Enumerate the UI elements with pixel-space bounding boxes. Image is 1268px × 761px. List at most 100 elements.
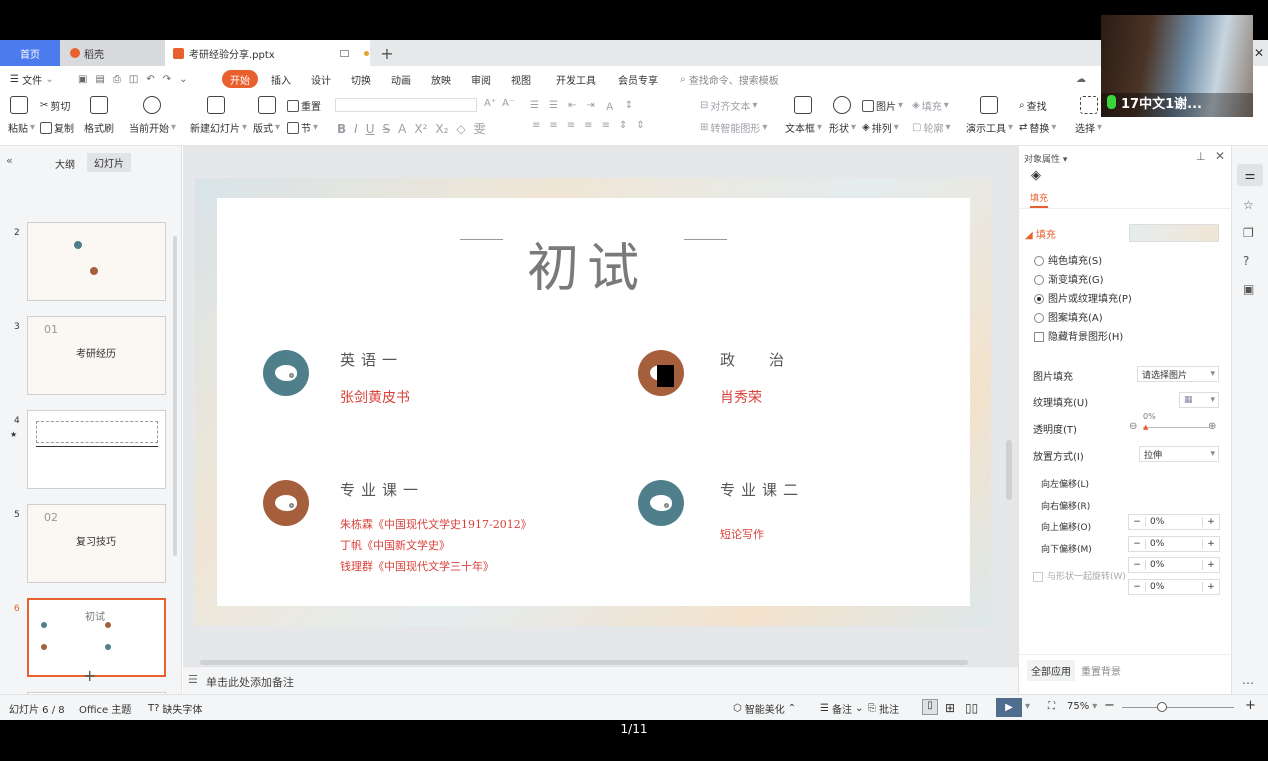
slide-thumbnail-2[interactable] bbox=[27, 222, 166, 301]
slide-thumbnail-5[interactable]: 02 复习技巧 bbox=[27, 504, 166, 583]
transparency-slider-track[interactable] bbox=[1143, 427, 1209, 428]
slide-thumbnail-6[interactable]: 初试 bbox=[27, 598, 166, 677]
fill-section-header[interactable]: ◢ 填充 bbox=[1025, 226, 1056, 241]
canvas-horizontal-scrollbar[interactable] bbox=[200, 660, 968, 665]
new-tab-button[interactable]: + bbox=[378, 40, 396, 66]
zoom-value[interactable]: 75% ▾ bbox=[1067, 701, 1097, 712]
command-search[interactable]: ⌕ 查找命令、搜索模板 bbox=[680, 70, 779, 88]
decrease-indent-icon[interactable]: ⇤ bbox=[568, 100, 576, 111]
play-icon[interactable] bbox=[143, 96, 161, 114]
plus-icon[interactable]: + bbox=[1203, 517, 1219, 527]
align-left-icon[interactable]: ≡ bbox=[532, 120, 540, 131]
animation-icon[interactable]: ☆ bbox=[1243, 198, 1254, 212]
canvas-vertical-scrollbar[interactable] bbox=[1006, 440, 1012, 500]
slide-thumbnail-4[interactable] bbox=[27, 410, 166, 489]
shape-icon[interactable] bbox=[833, 96, 851, 114]
hide-background-checkbox[interactable]: 隐藏背景图形(H) bbox=[1034, 328, 1123, 343]
zoom-out-button[interactable]: − bbox=[1104, 698, 1115, 713]
plus-icon[interactable]: + bbox=[1203, 539, 1219, 549]
phonetic-icon[interactable]: 雯 bbox=[474, 120, 486, 137]
texture-fill-select[interactable]: ▦ ▾ bbox=[1179, 392, 1219, 408]
notes-pane[interactable]: ☰ 单击此处添加备注 bbox=[183, 666, 1018, 694]
offset-down-stepper[interactable]: −0% + bbox=[1128, 579, 1220, 595]
justify-icon[interactable]: ≡ bbox=[584, 120, 592, 131]
menu-tab-transition[interactable]: 切换 bbox=[351, 70, 371, 88]
panel-header[interactable]: 对象属性 ▾ bbox=[1024, 152, 1067, 165]
cut-button[interactable]: ✂ 剪切 bbox=[40, 98, 70, 113]
block-line[interactable]: 短论写作 bbox=[720, 526, 764, 542]
notes-toggle-button[interactable]: ☰ 备注 ⌄ bbox=[820, 701, 863, 716]
help-icon[interactable]: ? bbox=[1243, 254, 1249, 268]
menu-tab-member[interactable]: 会员专享 bbox=[618, 70, 658, 88]
present-tools-icon[interactable] bbox=[980, 96, 998, 114]
menu-tab-view[interactable]: 视图 bbox=[511, 70, 531, 88]
tab-docer[interactable]: 稻壳 bbox=[60, 40, 165, 66]
more-icon[interactable]: ⌄ bbox=[179, 74, 187, 85]
offset-left-value[interactable]: 0% bbox=[1145, 517, 1203, 527]
bullets-icon[interactable]: ☰ bbox=[530, 100, 539, 111]
smart-beautify-button[interactable]: ⬡ 智能美化 ⌃ bbox=[733, 701, 796, 716]
superscript-icon[interactable]: X² bbox=[414, 122, 427, 136]
minus-icon[interactable]: − bbox=[1129, 560, 1145, 570]
bold-icon[interactable]: B bbox=[337, 122, 346, 136]
file-menu[interactable]: ☰ 文件 ⌄ bbox=[10, 70, 54, 88]
sorter-view-icon[interactable]: ⊞ bbox=[945, 701, 955, 715]
menu-tab-slideshow[interactable]: 放映 bbox=[431, 70, 451, 88]
arrange-button[interactable]: ◈ 排列 ▾ bbox=[862, 120, 899, 135]
close-icon[interactable]: ✕ bbox=[1254, 46, 1264, 60]
normal-view-icon[interactable]: ▯ bbox=[922, 699, 938, 715]
preview-icon[interactable]: ◫ bbox=[129, 74, 138, 85]
zoom-slider-track[interactable] bbox=[1122, 707, 1234, 708]
paste-button[interactable] bbox=[10, 96, 28, 114]
apply-all-button[interactable]: 全部应用 bbox=[1027, 660, 1075, 681]
underline-icon[interactable]: U bbox=[366, 122, 375, 136]
fill-bucket-icon[interactable]: ◈ bbox=[1031, 168, 1041, 183]
fit-window-icon[interactable]: ⛶ bbox=[1048, 701, 1055, 712]
slide-title[interactable]: 初试 bbox=[527, 226, 647, 301]
text-direction-icon[interactable]: Ａ bbox=[605, 98, 615, 113]
tab-fill[interactable]: 填充 bbox=[1030, 191, 1049, 208]
pin-icon[interactable]: ⊥ bbox=[1196, 150, 1206, 163]
block-heading-politics[interactable]: 政治 bbox=[720, 349, 818, 370]
more-options-icon[interactable]: ⋯ bbox=[1242, 676, 1254, 690]
print-icon[interactable]: ⎙ bbox=[113, 74, 121, 85]
transparency-slider-thumb[interactable]: ▲ bbox=[1143, 423, 1148, 431]
offset-left-stepper[interactable]: −0% + bbox=[1128, 514, 1220, 530]
reading-view-icon[interactable]: ▯▯ bbox=[965, 701, 978, 715]
align-text-button[interactable]: ⊟ 对齐文本 ▾ bbox=[700, 98, 757, 113]
properties-sliders-icon[interactable]: ⚌ bbox=[1237, 164, 1263, 186]
numbering-icon[interactable]: ☰ bbox=[549, 100, 558, 111]
increase-indent-icon[interactable]: ⇥ bbox=[586, 100, 594, 111]
font-name-select[interactable] bbox=[335, 98, 477, 112]
select-button[interactable]: 选择 ▾ bbox=[1075, 120, 1102, 135]
reset-button[interactable]: 重置 bbox=[287, 98, 321, 113]
block-line[interactable]: 丁帆《中国新文学史》 bbox=[340, 537, 450, 553]
radio-pattern-fill[interactable]: 图案填充(A) bbox=[1034, 309, 1103, 324]
format-painter-button[interactable]: 格式刷 bbox=[84, 120, 114, 135]
backup-icon[interactable]: ▣ bbox=[1243, 282, 1254, 296]
export-icon[interactable]: ▤ bbox=[95, 74, 104, 85]
plus-icon[interactable]: + bbox=[1203, 560, 1219, 570]
grow-font-icon[interactable]: A⁺ bbox=[484, 98, 496, 109]
minus-icon[interactable]: − bbox=[1129, 517, 1145, 527]
layout-icon[interactable] bbox=[258, 96, 276, 114]
theme-name[interactable]: Office 主题 bbox=[79, 701, 131, 716]
strikethrough-icon[interactable]: S bbox=[383, 122, 391, 136]
tab-home[interactable]: 首页 bbox=[0, 40, 60, 66]
new-slide-icon[interactable] bbox=[207, 96, 225, 114]
paste-menu[interactable]: 粘贴 ▾ bbox=[8, 120, 35, 135]
save-icon[interactable]: ▣ bbox=[78, 74, 87, 85]
offset-right-stepper[interactable]: −0% + bbox=[1128, 536, 1220, 552]
monitor-icon[interactable] bbox=[339, 49, 349, 57]
menu-tab-animation[interactable]: 动画 bbox=[391, 70, 411, 88]
picture-button[interactable]: 图片 ▾ bbox=[862, 98, 903, 113]
placement-select[interactable]: 拉伸 ▾ bbox=[1139, 446, 1219, 462]
zoom-slider-thumb[interactable] bbox=[1157, 702, 1167, 712]
menu-tab-insert[interactable]: 插入 bbox=[271, 70, 291, 88]
format-painter-icon[interactable] bbox=[90, 96, 108, 114]
transparency-minus-button[interactable]: ⊖ bbox=[1129, 421, 1137, 432]
font-color-icon[interactable]: A bbox=[398, 122, 406, 136]
line-spacing-icon[interactable]: ↕ bbox=[625, 100, 633, 111]
copy-button[interactable]: 复制 bbox=[40, 120, 74, 135]
tab-outline[interactable]: 大纲 bbox=[55, 156, 75, 171]
